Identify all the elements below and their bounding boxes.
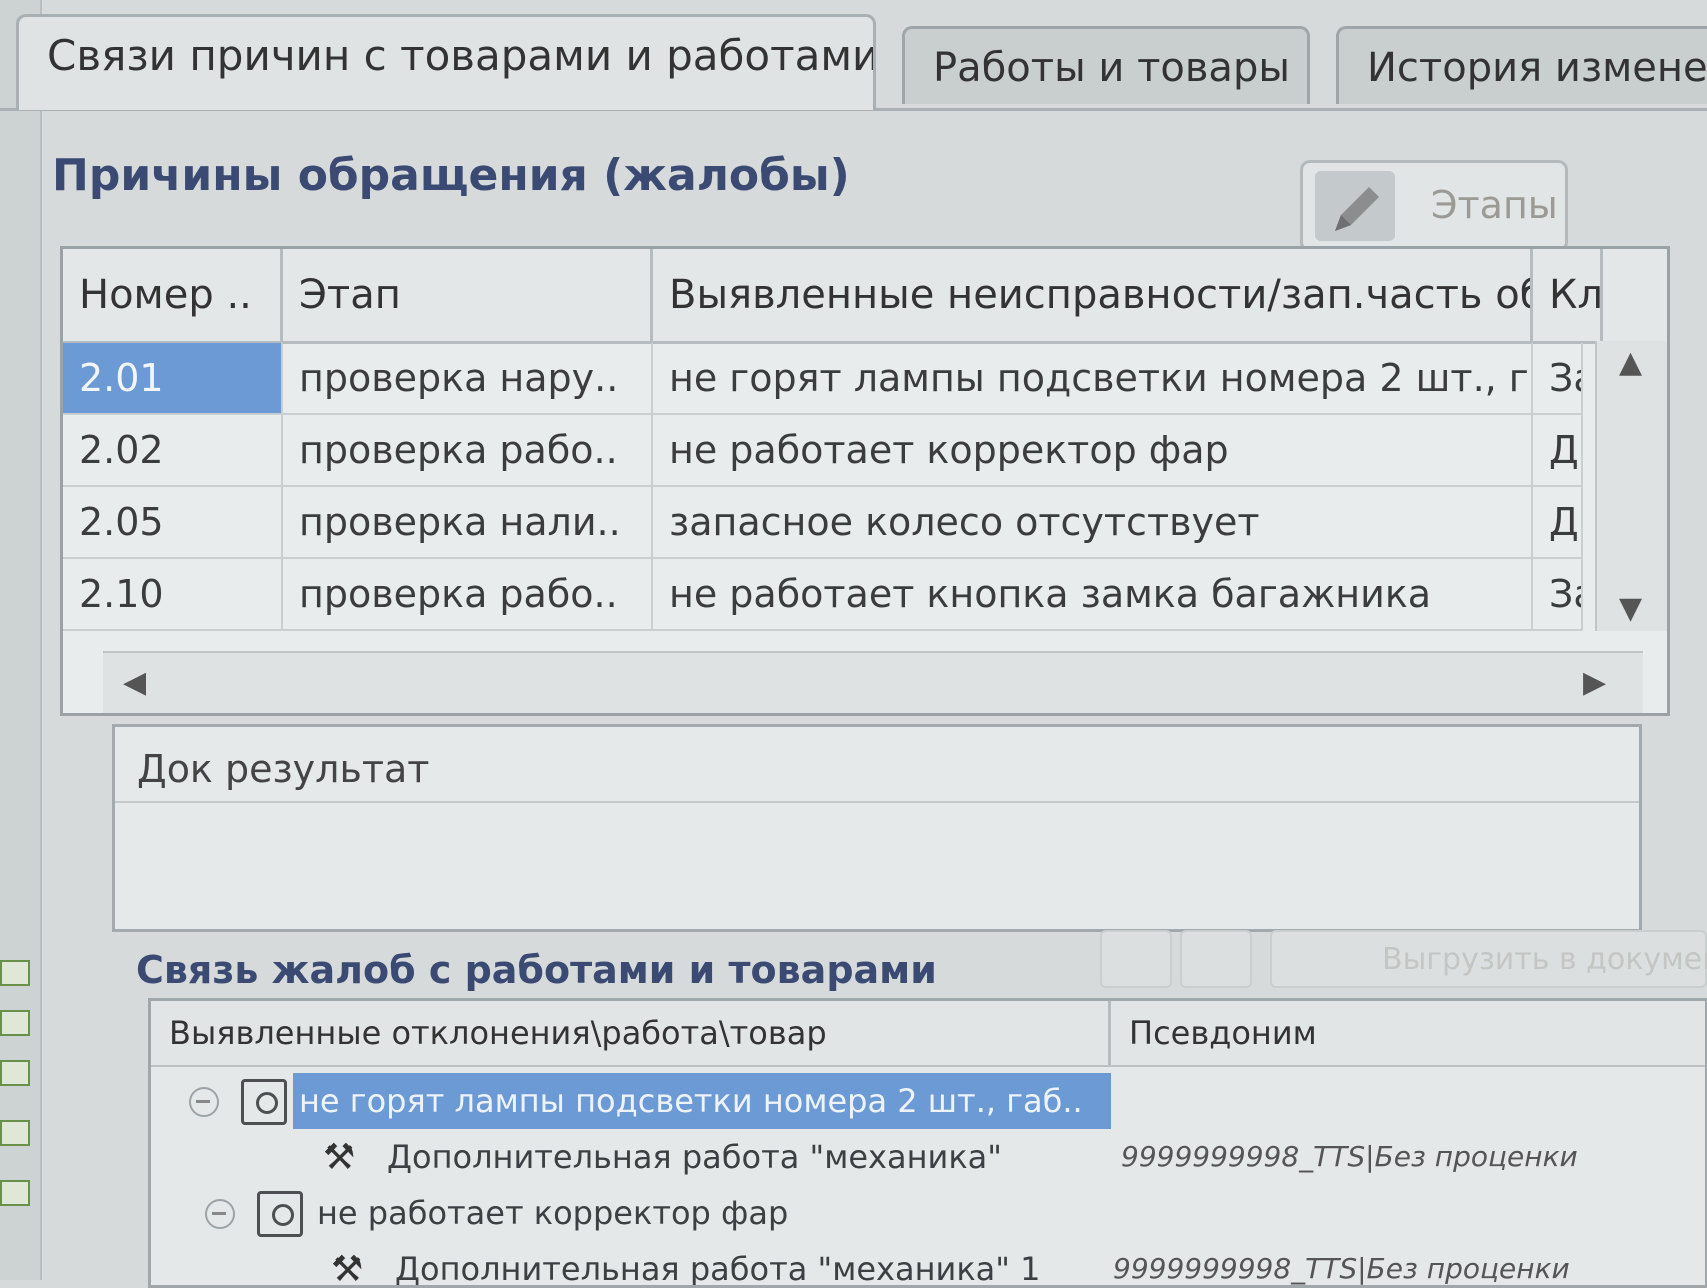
cell-fault: не работает кнопка замка багажника — [653, 559, 1533, 629]
tree-row[interactable]: ⚒ Дополнительная работа "механика" 99999… — [151, 1129, 1705, 1185]
search-doc-icon — [257, 1191, 303, 1237]
doc-result-label: Док результат — [137, 747, 430, 791]
vertical-scrollbar[interactable]: ▲ ▼ — [1595, 341, 1667, 631]
tab-label: История изменени — [1367, 45, 1707, 91]
horizontal-scrollbar[interactable]: ◀ ▶ — [103, 651, 1643, 713]
cell-stage: проверка рабо.. — [283, 559, 653, 629]
complaints-table: Номер .. Этап Выявленные неисправности/з… — [60, 246, 1670, 716]
scroll-up-icon[interactable]: ▲ — [1619, 345, 1642, 380]
tree-item-label: Дополнительная работа "механика" — [387, 1138, 1002, 1176]
col-number[interactable]: Номер .. — [63, 249, 283, 341]
cell-stage: проверка рабо.. — [283, 415, 653, 485]
check-icon[interactable] — [0, 1060, 30, 1086]
tree-header: Выявленные отклонения\работа\товар Псевд… — [151, 1001, 1705, 1067]
cell-fault: не работает корректор фар — [653, 415, 1533, 485]
cell-fault: не горят лампы подсветки номера 2 шт., г… — [653, 343, 1533, 413]
col-stage[interactable]: Этап — [283, 249, 653, 341]
col-alias[interactable]: Псевдоним — [1111, 1001, 1705, 1065]
doc-result-panel: Док результат — [112, 724, 1642, 932]
table-row[interactable]: 2.10 проверка рабо.. не работает кнопка … — [63, 559, 1583, 631]
scroll-left-icon[interactable]: ◀ — [123, 665, 146, 700]
check-icon[interactable] — [0, 1010, 30, 1036]
cell-stage: проверка нали.. — [283, 487, 653, 557]
col-kl[interactable]: Кл.. — [1533, 249, 1603, 341]
tree-item-label: не работает корректор фар — [317, 1194, 789, 1232]
tree-item-label: не горят лампы подсветки номера 2 шт., г… — [293, 1073, 1111, 1129]
tree-item-alias: 9999999998_TTS|Без проценки — [1121, 1140, 1578, 1173]
tree-row[interactable]: не горят лампы подсветки номера 2 шт., г… — [151, 1073, 1705, 1129]
left-gutter — [0, 0, 42, 1280]
tree-item-alias: 9999999998_TTS|Без проценки — [1113, 1252, 1570, 1285]
cell-number: 2.05 — [63, 487, 283, 557]
col-deviation[interactable]: Выявленные отклонения\работа\товар — [151, 1001, 1111, 1065]
tree-row[interactable]: ⚒ Дополнительная работа "механика" 1 999… — [151, 1241, 1705, 1288]
table-header: Номер .. Этап Выявленные неисправности/з… — [63, 249, 1667, 344]
export-button-label: Выгрузить в докумен — [1382, 942, 1707, 977]
export-button[interactable]: Выгрузить в докумен — [1270, 930, 1707, 988]
wrench-icon: ⚒ — [323, 1137, 356, 1178]
cell-kl: За.. — [1533, 559, 1583, 629]
scroll-down-icon[interactable]: ▼ — [1619, 591, 1642, 626]
col-fault[interactable]: Выявленные неисправности/зап.часть обяза… — [653, 249, 1533, 341]
cell-stage: проверка нару.. — [283, 343, 653, 413]
tab-links[interactable]: Связи причин с товарами и работами — [16, 14, 876, 110]
cell-kl: Д.. — [1533, 415, 1583, 485]
stages-button-label: Этапы — [1431, 183, 1558, 227]
divider — [115, 801, 1639, 803]
cell-number: 2.10 — [63, 559, 283, 629]
check-icon[interactable] — [0, 1180, 30, 1206]
complaints-title: Причины обращения (жалобы) — [52, 150, 850, 201]
wrench-icon: ⚒ — [331, 1249, 364, 1288]
links-title: Связь жалоб с работами и товарами — [136, 948, 937, 992]
toolbar-button-1[interactable] — [1100, 930, 1172, 988]
table-row[interactable]: 2.01 проверка нару.. не горят лампы подс… — [63, 343, 1583, 415]
check-icon[interactable] — [0, 1120, 30, 1146]
check-icon[interactable] — [0, 960, 30, 986]
scroll-right-icon[interactable]: ▶ — [1583, 665, 1606, 700]
pencil-icon — [1315, 171, 1395, 241]
tab-label: Работы и товары — [933, 45, 1290, 91]
tab-works-goods[interactable]: Работы и товары — [902, 26, 1310, 104]
tab-history[interactable]: История изменени — [1336, 26, 1707, 104]
collapse-icon[interactable] — [205, 1199, 235, 1229]
tab-label: Связи причин с товарами и работами — [47, 31, 876, 80]
collapse-icon[interactable] — [189, 1087, 219, 1117]
cell-kl: За.. — [1533, 343, 1583, 413]
cell-fault: запасное колесо отсутствует — [653, 487, 1533, 557]
cell-number: 2.01 — [63, 343, 283, 413]
search-doc-icon — [241, 1079, 287, 1125]
links-tree: Выявленные отклонения\работа\товар Псевд… — [148, 998, 1707, 1288]
cell-number: 2.02 — [63, 415, 283, 485]
toolbar-button-2[interactable] — [1180, 930, 1252, 988]
cell-kl: Д.. — [1533, 487, 1583, 557]
stages-button[interactable]: Этапы — [1300, 160, 1568, 252]
tree-row[interactable]: не работает корректор фар — [151, 1185, 1705, 1241]
table-row[interactable]: 2.02 проверка рабо.. не работает коррект… — [63, 415, 1583, 487]
tree-item-label: Дополнительная работа "механика" 1 — [395, 1250, 1041, 1288]
table-row[interactable]: 2.05 проверка нали.. запасное колесо отс… — [63, 487, 1583, 559]
